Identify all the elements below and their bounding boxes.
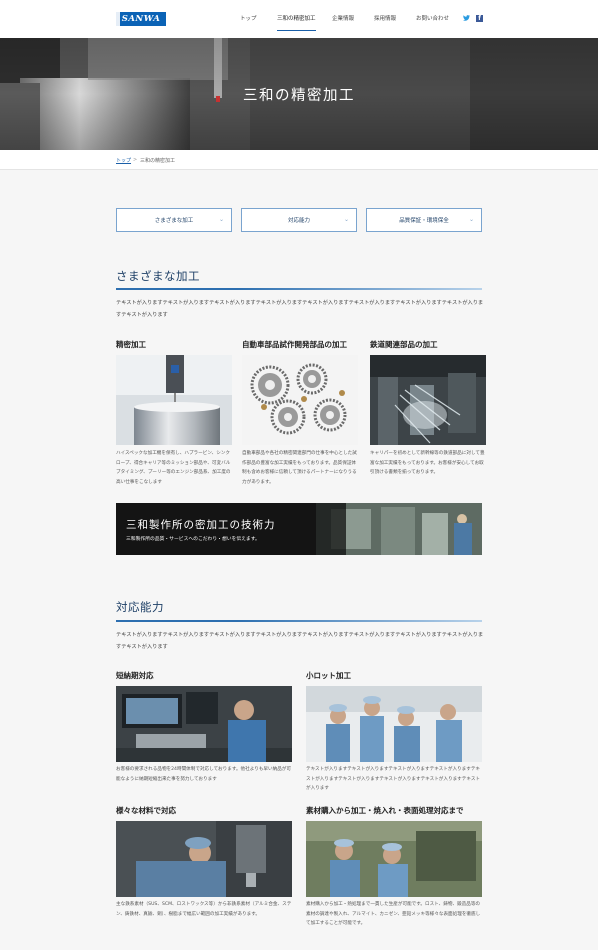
section-intro: テキストが入りますテキストが入りますテキストが入りますテキストが入りますテキスト… [116,300,484,318]
banner-title: 三和製作所の密加工の技術力 [126,519,276,531]
tab-label: さまざまな加工 [154,218,194,224]
material-procurement-image[interactable] [306,821,482,897]
section-intro: テキストが入りますテキストが入りますテキストが入りますテキストが入りますテキスト… [116,632,484,650]
card-title: 素材購入から加工・焼入れ・表面処理対応まで [306,806,464,815]
card-text: ハイスペックな加工機を保有し、ハプラービン、シンクロープ、得合キャリア等のミッシ… [116,451,231,485]
card-title: 精密加工 [116,340,146,349]
nav-contact[interactable]: お問い合わせ [416,14,449,26]
sanwa-logo[interactable]: SANWA [116,12,166,26]
tab-label: 品質保証・環境保全 [399,218,449,224]
card-text: テキストが入りますテキストが入りますテキストが入りますテキストが入りますテキスト… [306,767,481,791]
card-text: 素材購入から加工・熱処理まで一貫した生産が可能です。ロスト、鋳物、鍛造品等の素材… [306,902,481,926]
section-heading: 対応能力 [116,600,164,614]
card-title: 様々な材料で対応 [116,806,176,815]
breadcrumb: トップ > 三和の精密加工 [0,150,598,170]
nav-precision-machining[interactable]: 三和の精密加工 [277,14,316,31]
automotive-parts-image[interactable] [242,355,358,445]
chevron-down-icon: ⌄ [468,216,474,223]
tab-capabilities[interactable]: 対応能力 ⌄ [241,208,357,232]
railway-parts-image[interactable] [370,355,486,445]
chevron-down-icon: ⌄ [343,216,349,223]
tab-various-machining[interactable]: さまざまな加工 ⌄ [116,208,232,232]
tab-label: 対応能力 [287,218,310,224]
section-heading: さまざまな加工 [116,269,200,283]
card-title: 自動車部品試作開発部品の加工 [242,340,347,349]
card-text: キャリパーを初めとして新幹線等の鉄道部品に対して豊富な加工実績をもっております。… [370,451,485,475]
chevron-down-icon: ⌄ [218,216,224,223]
section-divider [116,288,482,290]
breadcrumb-home[interactable]: トップ [116,157,131,164]
short-delivery-image[interactable] [116,686,292,762]
site-header: SANWA トップ 三和の精密加工 企業情報 採用情報 お問い合わせ f [0,0,598,38]
card-title: 鉄道関連部品の加工 [370,340,438,349]
hero-banner: 三和の精密加工 [0,38,598,150]
tab-quality-environment[interactable]: 品質保証・環境保全 ⌄ [366,208,482,232]
twitter-icon[interactable] [463,15,470,23]
facebook-icon[interactable]: f [476,15,483,22]
precision-machining-image[interactable] [116,355,232,445]
nav-company[interactable]: 企業情報 [332,14,354,26]
hero-title: 三和の精密加工 [243,88,355,104]
breadcrumb-current: 三和の精密加工 [140,158,176,164]
various-materials-image[interactable] [116,821,292,897]
small-lot-image[interactable] [306,686,482,762]
card-title: 小ロット加工 [306,671,351,680]
card-text: お客様の要求される品物を24時間体制で対応しております。他社よりも早い納品が可能… [116,767,291,782]
card-text: 主な鉄系素材（SUS、SCM、ロストワックス等）から非鉄系素材（アルミ合金、ステ… [116,902,292,917]
breadcrumb-separator: > [133,157,138,163]
card-title: 短納期対応 [116,671,154,680]
card-text: 自動車部品や各社の精密関連部門の仕事を中心とした試作部品の豊富な加工実績をもって… [242,451,357,485]
nav-top[interactable]: トップ [240,14,257,26]
section-divider [116,620,482,622]
banner-subtitle: 三和製作所の品質・サービスへのこだわり・想いを伝えます。 [126,537,260,542]
nav-recruit[interactable]: 採用情報 [374,14,396,26]
technology-banner[interactable]: 三和製作所の密加工の技術力 三和製作所の品質・サービスへのこだわり・想いを伝えま… [116,503,482,555]
